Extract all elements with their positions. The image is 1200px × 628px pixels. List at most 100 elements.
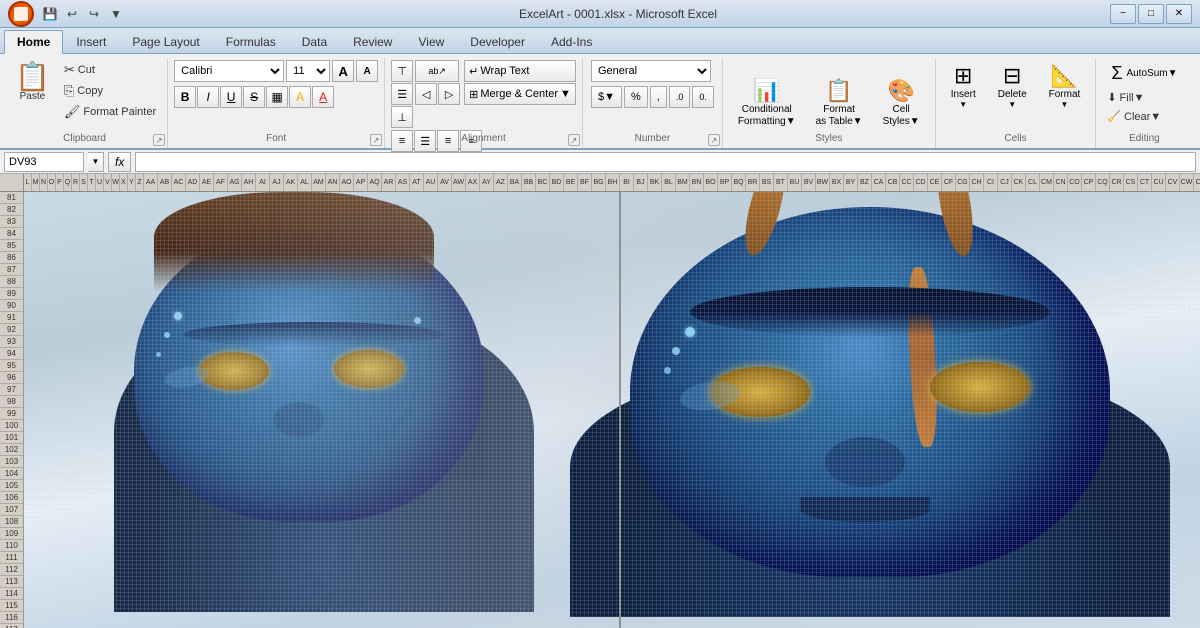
- col-header-AC[interactable]: AC: [172, 174, 186, 191]
- col-header-AX[interactable]: AX: [466, 174, 480, 191]
- tab-home[interactable]: Home: [4, 30, 63, 54]
- formula-input[interactable]: [135, 152, 1196, 172]
- col-header-AY[interactable]: AY: [480, 174, 494, 191]
- tab-addins[interactable]: Add-Ins: [538, 30, 605, 53]
- col-header-CQ[interactable]: CQ: [1096, 174, 1110, 191]
- italic-button[interactable]: I: [197, 86, 219, 108]
- col-header-CG[interactable]: CG: [956, 174, 970, 191]
- col-header-N[interactable]: N: [40, 174, 48, 191]
- col-header-BP[interactable]: BP: [718, 174, 732, 191]
- row-header-90[interactable]: 90: [0, 300, 23, 312]
- col-header-CC[interactable]: CC: [900, 174, 914, 191]
- col-header-AR[interactable]: AR: [382, 174, 396, 191]
- row-header-84[interactable]: 84: [0, 228, 23, 240]
- indent-decrease-button[interactable]: ◁: [415, 83, 437, 105]
- col-header-AB[interactable]: AB: [158, 174, 172, 191]
- row-header-104[interactable]: 104: [0, 468, 23, 480]
- customize-qa-button[interactable]: ▼: [106, 4, 126, 24]
- row-header-91[interactable]: 91: [0, 312, 23, 324]
- col-header-CM[interactable]: CM: [1040, 174, 1054, 191]
- col-header-M[interactable]: M: [32, 174, 40, 191]
- percent-button[interactable]: %: [624, 86, 648, 108]
- col-header-L[interactable]: L: [24, 174, 32, 191]
- col-header-AQ[interactable]: AQ: [368, 174, 382, 191]
- row-header-82[interactable]: 82: [0, 204, 23, 216]
- row-header-89[interactable]: 89: [0, 288, 23, 300]
- align-middle-button[interactable]: ☰: [391, 83, 413, 105]
- col-header-CO[interactable]: CO: [1068, 174, 1082, 191]
- row-header-109[interactable]: 109: [0, 528, 23, 540]
- col-header-AF[interactable]: AF: [214, 174, 228, 191]
- format-as-table-button[interactable]: 📋 Formatas Table▼: [807, 75, 872, 131]
- alignment-expander[interactable]: ↗: [568, 134, 580, 146]
- col-header-BJ[interactable]: BJ: [634, 174, 648, 191]
- col-header-BG[interactable]: BG: [592, 174, 606, 191]
- col-header-BV[interactable]: BV: [802, 174, 816, 191]
- format-cells-button[interactable]: 📐 Format ▼: [1040, 60, 1090, 112]
- row-header-87[interactable]: 87: [0, 264, 23, 276]
- col-header-BC[interactable]: BC: [536, 174, 550, 191]
- align-bottom-button[interactable]: ⊥: [391, 106, 413, 128]
- insert-cells-button[interactable]: ⊞ Insert ▼: [942, 60, 985, 112]
- wrap-text-button[interactable]: ↵ Wrap Text: [464, 60, 576, 82]
- col-header-BQ[interactable]: BQ: [732, 174, 746, 191]
- minimize-button[interactable]: −: [1110, 4, 1136, 24]
- row-header-107[interactable]: 107: [0, 504, 23, 516]
- indent-increase-button[interactable]: ▷: [438, 83, 460, 105]
- col-header-BK[interactable]: BK: [648, 174, 662, 191]
- col-header-CS[interactable]: CS: [1124, 174, 1138, 191]
- col-header-CE[interactable]: CE: [928, 174, 942, 191]
- col-header-BZ[interactable]: BZ: [858, 174, 872, 191]
- col-header-BM[interactable]: BM: [676, 174, 690, 191]
- delete-cells-button[interactable]: ⊟ Delete ▼: [989, 60, 1036, 112]
- row-header-96[interactable]: 96: [0, 372, 23, 384]
- col-header-BT[interactable]: BT: [774, 174, 788, 191]
- close-button[interactable]: ✕: [1166, 4, 1192, 24]
- col-header-BH[interactable]: BH: [606, 174, 620, 191]
- tab-developer[interactable]: Developer: [457, 30, 538, 53]
- row-header-100[interactable]: 100: [0, 420, 23, 432]
- col-header-BL[interactable]: BL: [662, 174, 676, 191]
- col-header-S[interactable]: S: [80, 174, 88, 191]
- name-box[interactable]: DV93: [4, 152, 84, 172]
- col-header-AL[interactable]: AL: [298, 174, 312, 191]
- row-header-81[interactable]: 81: [0, 192, 23, 204]
- col-header-AT[interactable]: AT: [410, 174, 424, 191]
- fill-button[interactable]: ⬇ Fill▼: [1102, 89, 1149, 106]
- row-header-92[interactable]: 92: [0, 324, 23, 336]
- number-expander[interactable]: ↗: [708, 134, 720, 146]
- col-header-CR[interactable]: CR: [1110, 174, 1124, 191]
- col-header-X[interactable]: X: [120, 174, 128, 191]
- col-header-P[interactable]: P: [56, 174, 64, 191]
- col-header-BU[interactable]: BU: [788, 174, 802, 191]
- col-header-BE[interactable]: BE: [564, 174, 578, 191]
- underline-button[interactable]: U: [220, 86, 242, 108]
- col-header-AE[interactable]: AE: [200, 174, 214, 191]
- row-header-108[interactable]: 108: [0, 516, 23, 528]
- col-header-Y[interactable]: Y: [128, 174, 136, 191]
- col-header-R[interactable]: R: [72, 174, 80, 191]
- col-header-O[interactable]: O: [48, 174, 56, 191]
- col-header-CF[interactable]: CF: [942, 174, 956, 191]
- font-grow-button[interactable]: A: [332, 60, 354, 82]
- border-button[interactable]: ▦: [266, 86, 288, 108]
- bold-button[interactable]: B: [174, 86, 196, 108]
- col-header-AN[interactable]: AN: [326, 174, 340, 191]
- row-header-102[interactable]: 102: [0, 444, 23, 456]
- col-header-CH[interactable]: CH: [970, 174, 984, 191]
- strikethrough-button[interactable]: S: [243, 86, 265, 108]
- col-header-BW[interactable]: BW: [816, 174, 830, 191]
- col-header-AG[interactable]: AG: [228, 174, 242, 191]
- row-header-106[interactable]: 106: [0, 492, 23, 504]
- col-header-BO[interactable]: BO: [704, 174, 718, 191]
- merge-center-button[interactable]: ⊞ Merge & Center ▼: [464, 83, 576, 105]
- conditional-formatting-button[interactable]: 📊 ConditionalFormatting▼: [729, 75, 805, 131]
- office-button[interactable]: [8, 1, 34, 27]
- row-header-113[interactable]: 113: [0, 576, 23, 588]
- row-header-117[interactable]: 117: [0, 624, 23, 628]
- row-header-88[interactable]: 88: [0, 276, 23, 288]
- col-header-CP[interactable]: CP: [1082, 174, 1096, 191]
- col-header-V[interactable]: V: [104, 174, 112, 191]
- font-shrink-button[interactable]: A: [356, 60, 378, 82]
- col-header-AU[interactable]: AU: [424, 174, 438, 191]
